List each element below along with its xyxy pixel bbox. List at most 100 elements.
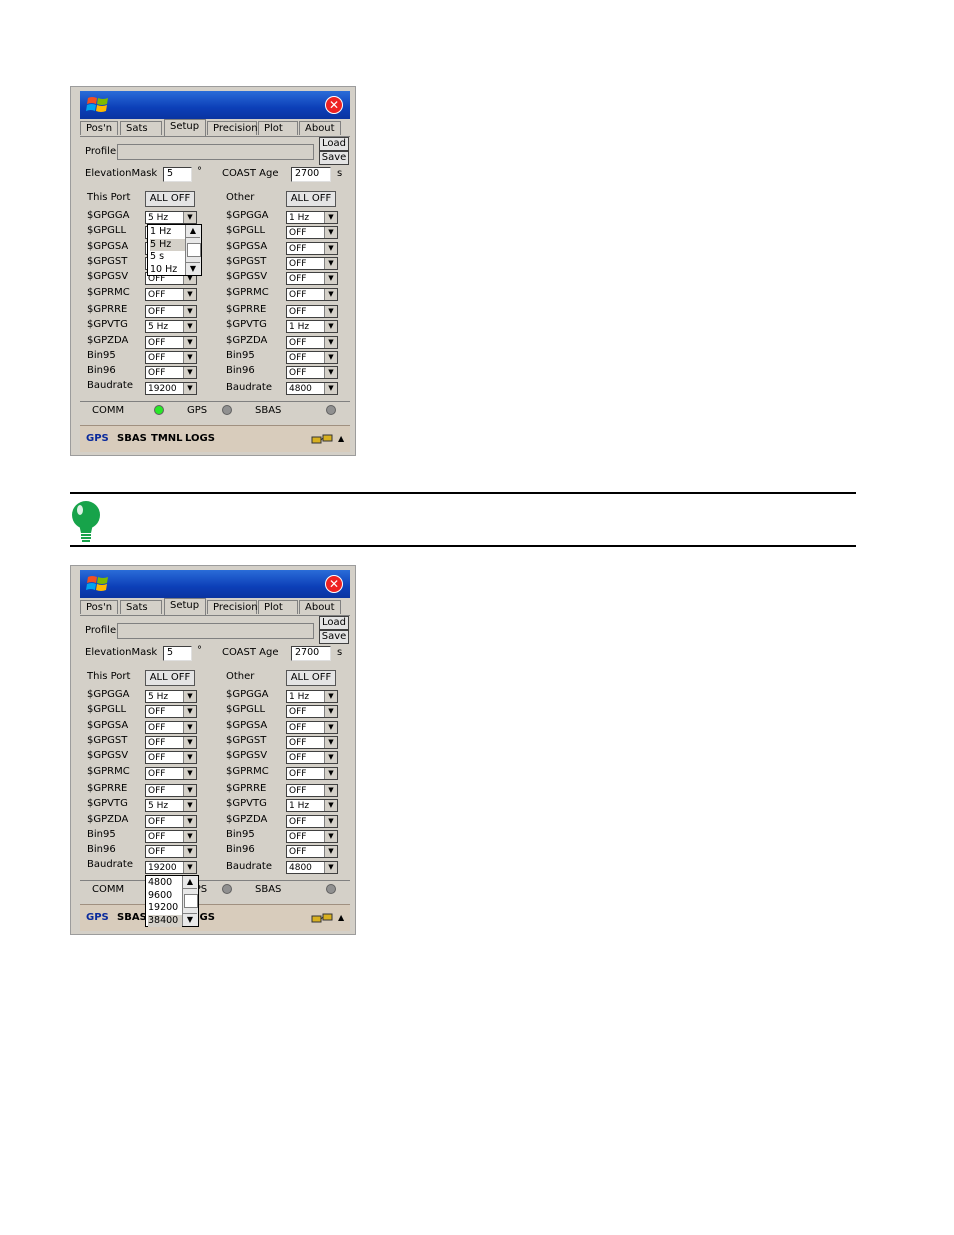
other-port-rate-select-baudrate[interactable]: 4800 ▼ [286,382,338,395]
baudrate-dropdown-list[interactable]: 4800 9600 19200 38400 ▲ ▼ [145,875,199,927]
taskbar-tmnl[interactable]: TMNL [151,433,183,445]
chevron-down-icon[interactable]: ▼ [183,706,196,717]
this-port-rate-select-bin95[interactable]: OFF ▼ [145,351,197,364]
coast-age-input[interactable]: 2700 [291,646,331,661]
load-button[interactable]: Load [319,616,349,630]
this-port-rate-select-baudrate[interactable]: 19200 ▼ [145,382,197,395]
chevron-down-icon[interactable]: ▼ [183,800,196,811]
profile-field[interactable] [117,144,314,160]
chevron-down-icon[interactable]: ▼ [324,352,337,363]
tab-posn[interactable]: Pos'n [80,121,118,135]
connection-plug-icon[interactable] [310,432,334,446]
this-port-rate-select-gpgsa[interactable]: OFF ▼ [145,721,197,734]
chevron-down-icon[interactable]: ▼ [324,722,337,733]
chevron-down-icon[interactable]: ▼ [183,785,196,796]
close-icon[interactable]: ✕ [325,575,343,593]
coast-age-input[interactable]: 2700 [291,167,331,182]
this-port-rate-select-bin95[interactable]: OFF ▼ [145,830,197,843]
chevron-down-icon[interactable]: ▼ [324,706,337,717]
dropdown-option[interactable]: 5 Hz [150,238,185,251]
dropdown-option[interactable]: 4800 [148,877,182,889]
gpgga-rate-dropdown-list[interactable]: 1 Hz 5 Hz 5 s 10 Hz ▲ ▼ [147,224,202,276]
chevron-down-icon[interactable]: ▼ [324,337,337,348]
other-port-rate-select-gpgll[interactable]: OFF ▼ [286,705,338,718]
chevron-down-icon[interactable]: ▼ [324,691,337,702]
other-port-rate-select-gpgst[interactable]: OFF ▼ [286,736,338,749]
tab-precision[interactable]: Precision [207,121,258,135]
connection-plug-icon[interactable] [310,911,334,925]
tab-plot[interactable]: Plot [258,121,298,135]
chevron-down-icon[interactable]: ▼ [324,862,337,873]
chevron-down-icon[interactable]: ▼ [324,227,337,238]
other-port-rate-select-gprre[interactable]: OFF ▼ [286,784,338,797]
this-port-rate-select-gpzda[interactable]: OFF ▼ [145,815,197,828]
elevation-mask-input[interactable]: 5 [163,646,192,661]
chevron-down-icon[interactable]: ▼ [324,212,337,223]
this-port-rate-select-gpzda[interactable]: OFF ▼ [145,336,197,349]
this-port-rate-select-gpgsv[interactable]: OFF ▼ [145,751,197,764]
this-port-rate-select-gprmc[interactable]: OFF ▼ [145,767,197,780]
dropdown-scrollbar[interactable]: ▲ ▼ [185,225,201,275]
other-port-rate-select-gpgsa[interactable]: OFF ▼ [286,721,338,734]
other-port-rate-select-bin95[interactable]: OFF ▼ [286,830,338,843]
this-port-rate-select-gprre[interactable]: OFF ▼ [145,784,197,797]
scroll-thumb[interactable] [187,243,201,257]
taskbar-sbas[interactable]: SBAS [117,433,147,445]
dropdown-option[interactable]: 10 Hz [150,264,185,276]
tab-plot[interactable]: Plot [258,600,298,614]
other-port-rate-select-gpgll[interactable]: OFF ▼ [286,226,338,239]
tab-precision[interactable]: Precision [207,600,258,614]
chevron-down-icon[interactable]: ▼ [324,800,337,811]
scroll-down-icon[interactable]: ▼ [183,913,197,926]
chevron-down-icon[interactable]: ▼ [183,722,196,733]
chevron-down-icon[interactable]: ▼ [324,752,337,763]
tab-setup[interactable]: Setup [164,598,206,615]
this-port-rate-select-gpvtg[interactable]: 5 Hz ▼ [145,799,197,812]
this-port-rate-select-gpgst[interactable]: OFF ▼ [145,736,197,749]
taskbar-gps[interactable]: GPS [86,912,109,924]
chevron-up-icon[interactable]: ▲ [338,433,344,445]
taskbar-gps[interactable]: GPS [86,433,109,445]
scroll-thumb[interactable] [184,894,198,908]
chevron-down-icon[interactable]: ▼ [183,737,196,748]
windows-flag-icon[interactable] [86,94,110,116]
chevron-down-icon[interactable]: ▼ [183,337,196,348]
other-port-rate-select-bin95[interactable]: OFF ▼ [286,351,338,364]
other-port-rate-select-gprmc[interactable]: OFF ▼ [286,288,338,301]
dropdown-option[interactable]: 19200 [148,902,182,914]
tab-setup[interactable]: Setup [164,119,206,136]
chevron-down-icon[interactable]: ▼ [183,831,196,842]
dropdown-option[interactable]: 1 Hz [150,226,185,238]
other-port-all-off-button[interactable]: ALL OFF [286,670,336,686]
this-port-rate-select-gprmc[interactable]: OFF ▼ [145,288,197,301]
load-button[interactable]: Load [319,137,349,151]
dropdown-option[interactable]: 38400 [148,914,182,927]
chevron-down-icon[interactable]: ▼ [324,816,337,827]
this-port-rate-select-gpgga[interactable]: 5 Hz ▼ [145,690,197,703]
tab-sats[interactable]: Sats [120,600,162,614]
other-port-rate-select-bin96[interactable]: OFF ▼ [286,845,338,858]
tab-sats[interactable]: Sats [120,121,162,135]
chevron-down-icon[interactable]: ▼ [324,846,337,857]
tab-about[interactable]: About [299,121,341,135]
chevron-down-icon[interactable]: ▼ [183,306,196,317]
save-button[interactable]: Save [319,630,349,644]
other-port-rate-select-baudrate[interactable]: 4800 ▼ [286,861,338,874]
chevron-down-icon[interactable]: ▼ [183,752,196,763]
other-port-rate-select-gpgga[interactable]: 1 Hz ▼ [286,690,338,703]
this-port-all-off-button[interactable]: ALL OFF [145,191,195,207]
other-port-rate-select-gpgsv[interactable]: OFF ▼ [286,751,338,764]
this-port-rate-select-gpgll[interactable]: OFF ▼ [145,705,197,718]
chevron-down-icon[interactable]: ▼ [324,321,337,332]
tab-posn[interactable]: Pos'n [80,600,118,614]
this-port-rate-select-bin96[interactable]: OFF ▼ [145,845,197,858]
other-port-rate-select-gprre[interactable]: OFF ▼ [286,305,338,318]
dropdown-option[interactable]: 9600 [148,890,182,902]
other-port-rate-select-gpgsv[interactable]: OFF ▼ [286,272,338,285]
chevron-down-icon[interactable]: ▼ [324,737,337,748]
other-port-rate-select-gprmc[interactable]: OFF ▼ [286,767,338,780]
scroll-up-icon[interactable]: ▲ [186,225,200,238]
windows-flag-icon[interactable] [86,573,110,595]
profile-field[interactable] [117,623,314,639]
taskbar-logs[interactable]: LOGS [185,433,215,445]
